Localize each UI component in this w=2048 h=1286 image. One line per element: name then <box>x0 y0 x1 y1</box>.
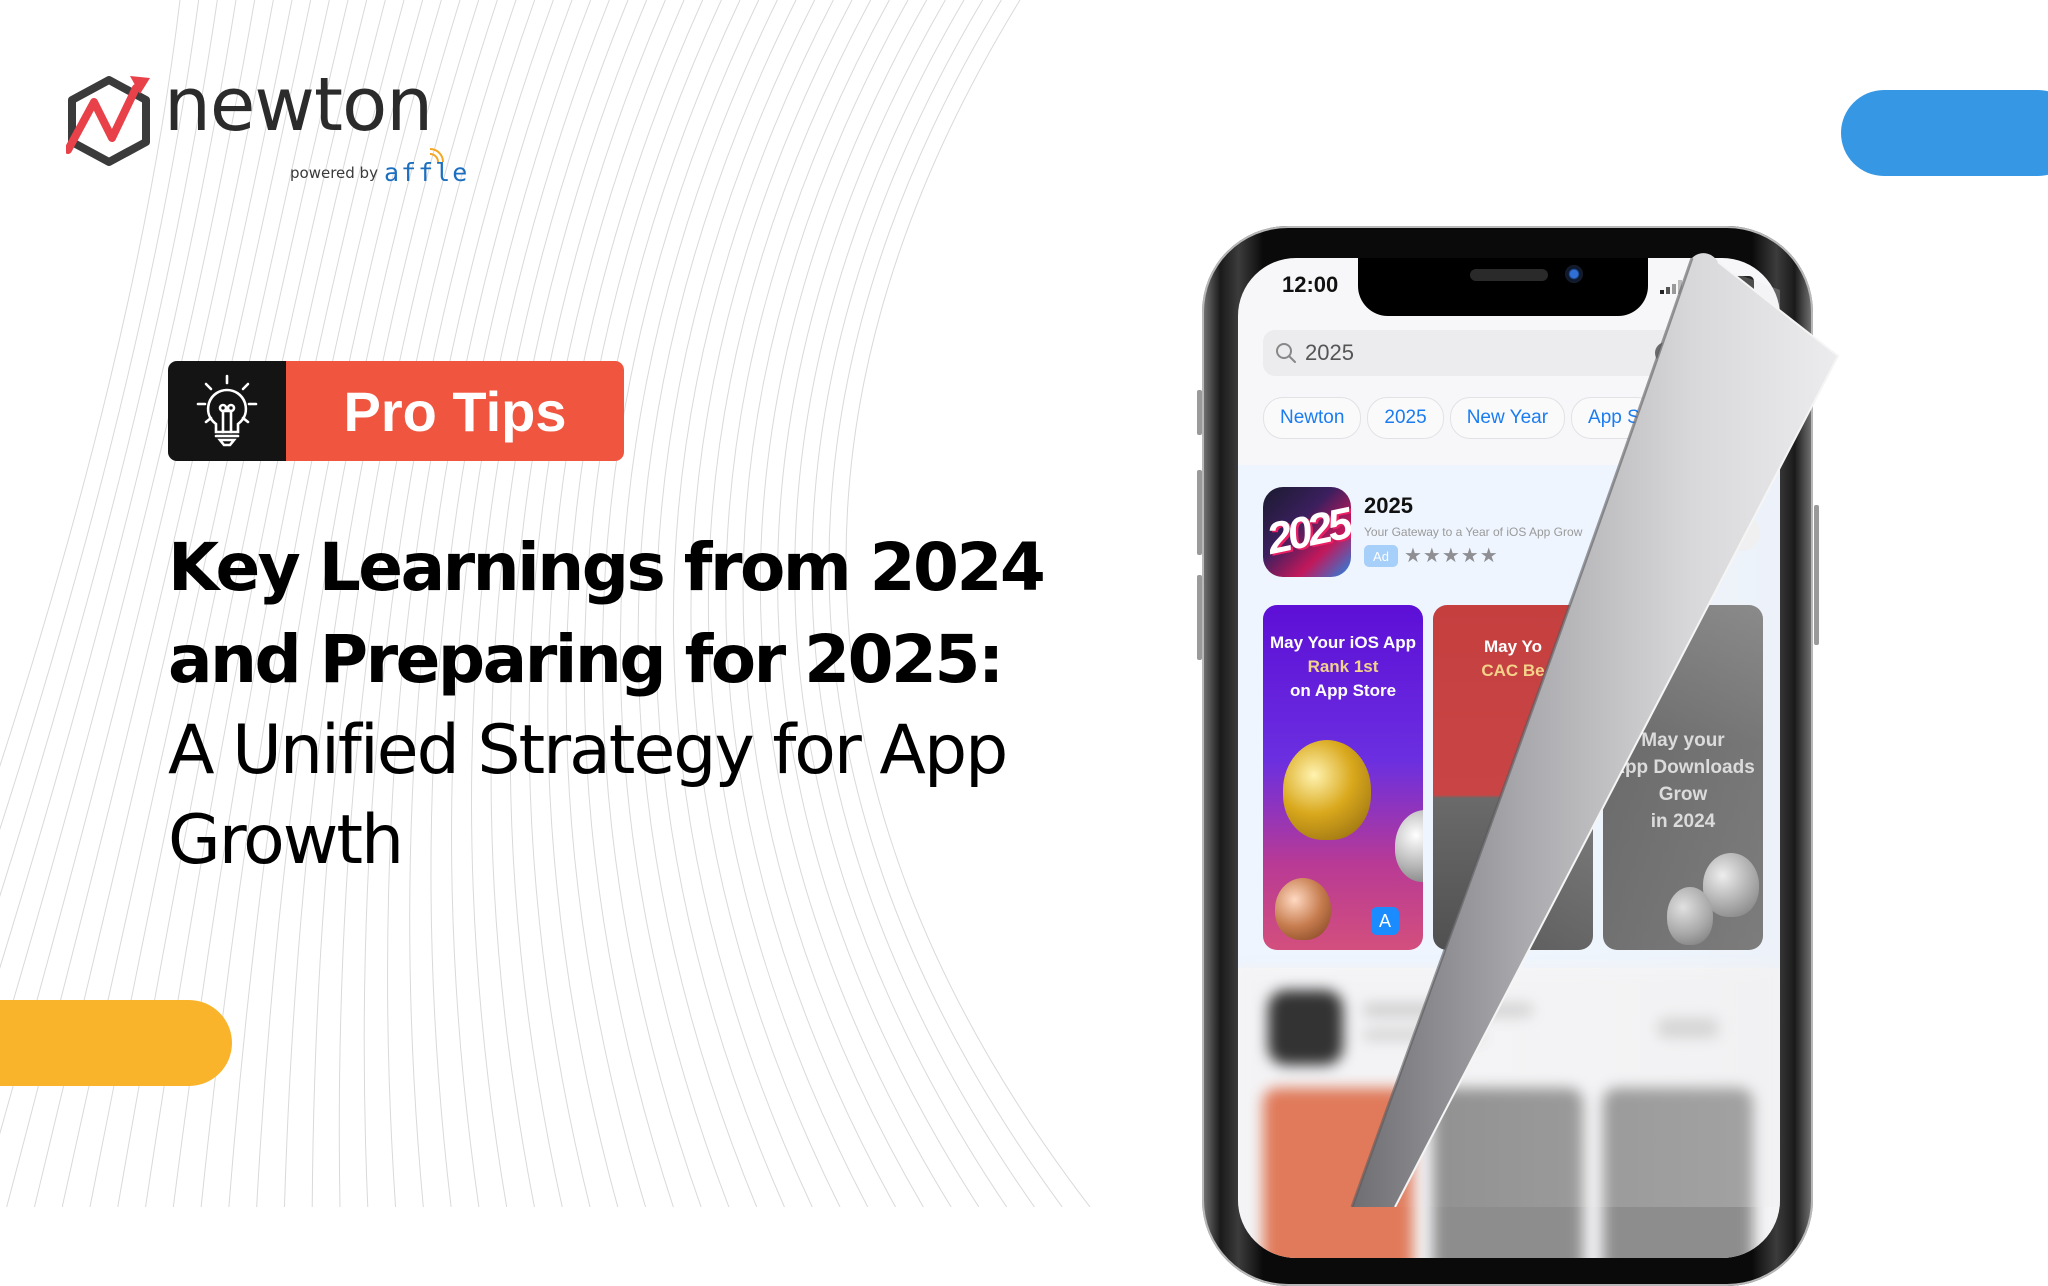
blurred-button <box>1658 1018 1718 1038</box>
logo-wordmark: newton <box>164 62 433 148</box>
decorative-blue-pill <box>1841 90 2048 176</box>
headline-bold-line-1: Key Learnings from 2024 <box>168 529 1046 606</box>
lightbulb-icon <box>196 374 258 447</box>
blurred-text <box>1363 1003 1533 1017</box>
phone-screen: 12:00 90 2025 ✕ Newton 2025 New Year App… <box>1238 258 1780 1258</box>
decorative-yellow-pill <box>0 1000 232 1086</box>
badge-icon-box <box>168 361 286 461</box>
phone-power-button <box>1814 505 1819 645</box>
front-camera <box>1565 265 1583 283</box>
headline-light-line-2: Growth <box>168 801 404 880</box>
app-name: 2025 <box>1364 493 1413 518</box>
blurred-text <box>1363 1030 1483 1040</box>
card-text-line: Rank 1st <box>1307 657 1379 676</box>
card-text-line: App Downloads <box>1611 757 1755 778</box>
screenshot-cards: May Your iOS App Rank 1st on App Store A… <box>1263 605 1763 950</box>
search-query: 2025 <box>1305 340 1354 365</box>
get-button[interactable]: ET <box>1668 515 1760 551</box>
card-text-line: on App Store <box>1289 681 1397 700</box>
rating-stars: ★★★★★ <box>1404 545 1499 567</box>
card-text-line: May your <box>1641 730 1725 751</box>
clear-icon[interactable]: ✕ <box>1655 342 1677 364</box>
chip-app-store[interactable]: App S <box>1571 397 1657 439</box>
screenshot-card[interactable]: May Yo CAC Be p s Top <box>1433 605 1593 950</box>
blurred-card <box>1603 1088 1753 1258</box>
silver-balloon <box>1395 810 1423 882</box>
card-text-line: in 2024 <box>1650 811 1716 832</box>
powered-by-label: powered by <box>290 164 378 182</box>
phone-volume-up-button <box>1197 470 1202 555</box>
phone-notch <box>1358 258 1648 316</box>
headline: Key Learnings from 2024 and Preparing fo… <box>168 522 1068 886</box>
app-icon[interactable]: 2025 <box>1263 487 1351 577</box>
headline-bold-line-2: and Preparing for 2025: <box>168 621 1004 698</box>
app-store-icon: A <box>1371 907 1399 935</box>
screenshot-card[interactable]: May your App Downloads Grow in 2024 <box>1603 605 1763 950</box>
suggestion-chips: Newton 2025 New Year App S <box>1263 397 1657 439</box>
gold-balloon <box>1283 740 1371 840</box>
newton-logo[interactable]: newton powered by affle <box>66 68 470 192</box>
card-text-line: Grow <box>1658 784 1708 805</box>
search-input[interactable]: 2025 ✕ <box>1263 330 1683 376</box>
card-text-line: p <box>1571 746 1583 767</box>
battery-indicator: 90 <box>1724 276 1754 294</box>
search-icon <box>1276 343 1296 363</box>
blurred-result <box>1238 968 1780 1258</box>
gray-balloon <box>1667 887 1713 945</box>
chip-2025[interactable]: 2025 <box>1367 397 1444 439</box>
card-text-line: s Top <box>1533 770 1583 791</box>
card-text-line: CAC Be <box>1481 661 1545 680</box>
headline-light-line-1: A Unified Strategy for App <box>168 711 1008 790</box>
pro-tips-badge: Pro Tips <box>168 361 624 461</box>
blurred-card <box>1263 1088 1413 1258</box>
chip-new-year[interactable]: New Year <box>1449 397 1566 439</box>
card-text-line: May Your iOS App <box>1269 633 1417 652</box>
app-icon-text: 2025 <box>1263 499 1351 564</box>
pro-tips-label: Pro Tips <box>286 361 624 461</box>
newton-hexagon-arrow-icon <box>66 76 150 166</box>
affle-wordmark: affle <box>384 158 470 187</box>
ad-tag: Ad <box>1364 545 1398 567</box>
bronze-balloon <box>1275 878 1331 940</box>
signal-wave-icon <box>429 148 444 163</box>
blurred-app-icon <box>1268 990 1343 1065</box>
app-subtitle: Your Gateway to a Year of iOS App Grow <box>1364 525 1583 539</box>
status-time: 12:00 <box>1282 272 1339 297</box>
phone-volume-down-button <box>1197 575 1202 660</box>
phone-mute-switch <box>1197 390 1202 435</box>
card-text-line: May Yo <box>1484 637 1542 656</box>
screenshot-card[interactable]: May Your iOS App Rank 1st on App Store A <box>1263 605 1423 950</box>
ad-result[interactable]: 2025 2025 Your Gateway to a Year of iOS … <box>1238 465 1780 968</box>
speaker-grille <box>1470 269 1548 281</box>
chip-newton[interactable]: Newton <box>1263 397 1362 439</box>
signal-strength-icon <box>1660 280 1682 294</box>
blurred-card <box>1433 1088 1583 1258</box>
